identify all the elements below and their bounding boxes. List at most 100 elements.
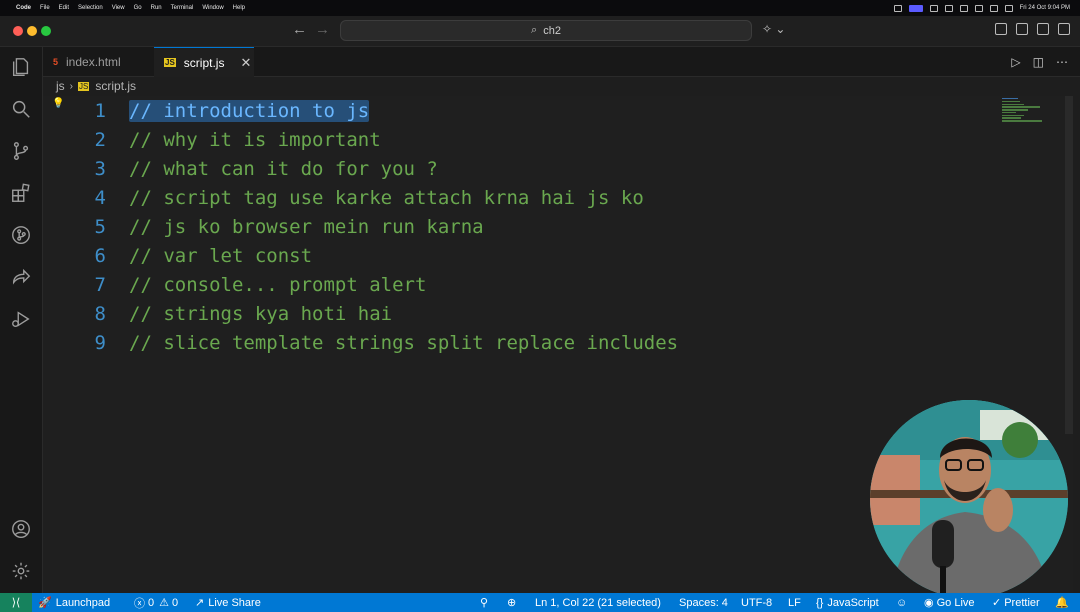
extensions-icon[interactable]: [10, 182, 32, 204]
explorer-icon[interactable]: [10, 56, 32, 78]
menu-selection[interactable]: Selection: [78, 5, 103, 11]
zoom-icon[interactable]: ⊕: [507, 593, 516, 612]
cursor-position[interactable]: Ln 1, Col 22 (21 selected): [535, 593, 661, 612]
menu-bar-clock[interactable]: Fri 24 Oct 9:04 PM: [1020, 5, 1070, 11]
tray-app-icon[interactable]: [959, 4, 968, 12]
menu-bar-tray: Fri 24 Oct 9:04 PM: [893, 4, 1070, 12]
search-icon: ⌕: [531, 24, 538, 36]
problems-status[interactable]: ⓧ 0 ⚠ 0: [134, 593, 178, 612]
breadcrumb-folder[interactable]: js: [56, 79, 65, 93]
command-center-search[interactable]: ⌕ ch2: [340, 20, 752, 41]
line-number: 7: [94, 273, 106, 296]
menu-go[interactable]: Go: [134, 5, 142, 11]
search-icon[interactable]: [10, 98, 32, 120]
line-number: 4: [94, 186, 106, 209]
live-share-label: Live Share: [208, 596, 261, 609]
back-arrow-icon[interactable]: ←: [292, 21, 307, 38]
source-control-icon[interactable]: [10, 140, 32, 162]
code-line[interactable]: 5 // js ko browser mein run karna: [43, 212, 484, 241]
line-text[interactable]: // why it is important: [129, 129, 381, 151]
code-line[interactable]: 3 // what can it do for you ?: [43, 154, 438, 183]
battery-icon[interactable]: [974, 4, 983, 12]
live-share-status[interactable]: ↗ Live Share: [195, 593, 261, 612]
presenter-video: [870, 400, 1068, 598]
menu-help[interactable]: Help: [233, 5, 245, 11]
copilot-status-icon[interactable]: ☺: [896, 593, 907, 612]
tab-index-html[interactable]: 5 index.html: [43, 47, 153, 77]
menu-view[interactable]: View: [112, 5, 125, 11]
pin-icon[interactable]: ⚲: [480, 593, 488, 612]
settings-gear-icon[interactable]: [10, 560, 32, 582]
code-line[interactable]: 1 // introduction to js: [43, 96, 370, 125]
menu-run[interactable]: Run: [151, 5, 162, 11]
notifications-bell-icon[interactable]: 🔔: [1055, 593, 1069, 612]
menu-edit[interactable]: Edit: [59, 5, 69, 11]
indentation[interactable]: Spaces: 4: [679, 593, 728, 612]
forward-arrow-icon[interactable]: →: [315, 21, 330, 38]
line-number: 9: [94, 331, 106, 354]
launchpad-status[interactable]: 🚀 Launchpad: [38, 593, 110, 612]
end-of-line[interactable]: LF: [788, 593, 801, 612]
minimize-window-button[interactable]: [27, 26, 37, 36]
code-line[interactable]: 6 // var let const: [43, 241, 312, 270]
split-editor-icon[interactable]: ◫: [1033, 55, 1044, 69]
line-text[interactable]: // console... prompt alert: [129, 274, 426, 296]
breadcrumb-file[interactable]: script.js: [95, 79, 136, 93]
line-number: 3: [94, 157, 106, 180]
vertical-scrollbar[interactable]: [1065, 96, 1073, 434]
git-graph-icon[interactable]: [10, 224, 32, 246]
close-tab-icon[interactable]: ✕: [240, 55, 251, 71]
language-mode[interactable]: {} JavaScript: [816, 593, 879, 612]
tray-app-icon[interactable]: [893, 4, 902, 12]
customize-layout-icon[interactable]: [995, 23, 1007, 35]
js-file-icon: JS: [78, 81, 90, 91]
tray-recording-icon[interactable]: [908, 4, 923, 12]
tab-script-js[interactable]: JS script.js ✕: [154, 47, 254, 77]
toggle-primary-sidebar-icon[interactable]: [1016, 23, 1028, 35]
line-text[interactable]: // script tag use karke attach krna hai …: [129, 187, 644, 209]
encoding[interactable]: UTF-8: [741, 593, 772, 612]
line-number: 8: [94, 302, 106, 325]
accounts-icon[interactable]: [10, 518, 32, 540]
line-text[interactable]: // what can it do for you ?: [129, 158, 438, 180]
menu-app-name[interactable]: Code: [16, 5, 31, 11]
live-share-icon: ↗: [195, 597, 205, 609]
warning-icon: ⚠: [159, 597, 169, 609]
code-line[interactable]: 8 // strings kya hoti hai: [43, 299, 393, 328]
toggle-panel-icon[interactable]: [1037, 23, 1049, 35]
copilot-icon[interactable]: ✧ ⌄: [762, 22, 785, 36]
error-icon: ⓧ: [134, 597, 145, 610]
toggle-secondary-sidebar-icon[interactable]: [1058, 23, 1070, 35]
menu-file[interactable]: File: [40, 5, 50, 11]
macos-menu-bar: Code File Edit Selection View Go Run Ter…: [0, 0, 1080, 16]
line-text[interactable]: // js ko browser mein run karna: [129, 216, 484, 238]
prettier-status[interactable]: ✓ Prettier: [992, 593, 1040, 612]
tab-label: index.html: [66, 55, 121, 69]
code-line[interactable]: 9 // slice template strings split replac…: [43, 328, 679, 357]
line-text[interactable]: // slice template strings split replace …: [129, 332, 678, 354]
run-debug-icon[interactable]: [10, 308, 32, 330]
error-count: 0: [148, 596, 155, 609]
line-text[interactable]: // var let const: [129, 245, 312, 267]
tray-app-icon[interactable]: [929, 4, 938, 12]
tray-app-icon[interactable]: [944, 4, 953, 12]
remote-indicator-icon[interactable]: ⟩⟨: [0, 593, 32, 612]
zoom-window-button[interactable]: [41, 26, 51, 36]
code-line[interactable]: 7 // console... prompt alert: [43, 270, 427, 299]
line-text[interactable]: // strings kya hoti hai: [129, 303, 392, 325]
go-live-button[interactable]: ◉ Go Live: [924, 593, 975, 612]
menu-terminal[interactable]: Terminal: [171, 5, 194, 11]
code-line[interactable]: 2 // why it is important: [43, 125, 381, 154]
wifi-icon[interactable]: [989, 4, 998, 12]
close-window-button[interactable]: [13, 26, 23, 36]
minimap[interactable]: [1002, 98, 1042, 123]
menu-window[interactable]: Window: [202, 5, 223, 11]
line-text-selected[interactable]: // introduction to js: [129, 99, 370, 122]
control-center-icon[interactable]: [1004, 4, 1013, 12]
workspace-name: ch2: [543, 24, 561, 37]
line-number: 2: [94, 128, 106, 151]
code-line[interactable]: 4 // script tag use karke attach krna ha…: [43, 183, 644, 212]
run-code-icon[interactable]: ▷: [1011, 55, 1020, 69]
more-actions-icon[interactable]: ⋯: [1056, 55, 1068, 69]
live-share-icon[interactable]: [10, 266, 32, 288]
